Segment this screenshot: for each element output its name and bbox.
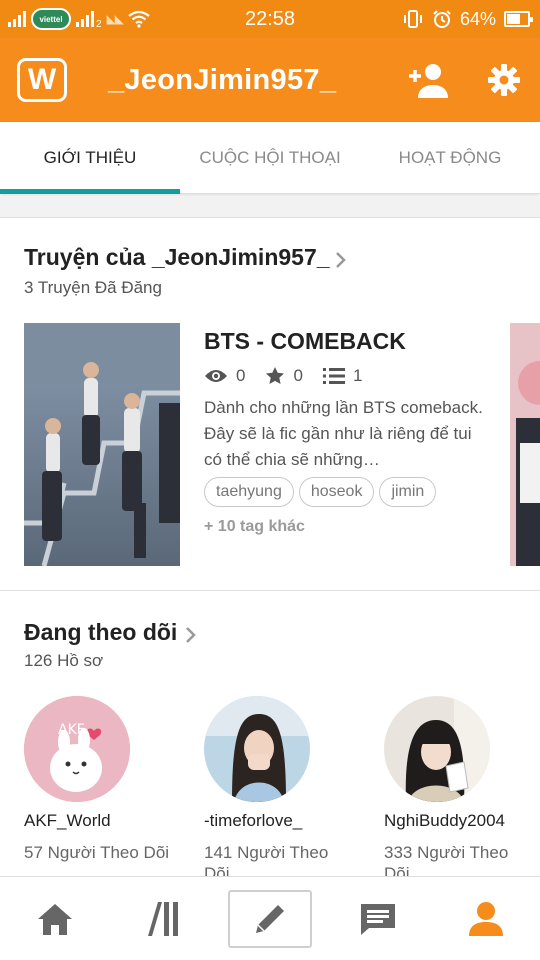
stories-section-title[interactable]: Truyện của _JeonJimin957_ (24, 244, 330, 271)
app-bar: W _JeonJimin957_ (0, 38, 540, 122)
follower-count: 57 Người Theo Dõi (24, 843, 170, 862)
library-icon (148, 902, 178, 936)
profile-icon (469, 902, 503, 936)
nav-home[interactable] (10, 877, 100, 960)
story-description: Dành cho những lần BTS comeback. Đây sẽ … (204, 398, 483, 469)
profile-name[interactable]: NghiBuddy2004 (384, 811, 505, 831)
avatar[interactable] (204, 696, 310, 802)
nav-write[interactable] (228, 890, 312, 948)
tag-chip[interactable]: jimin (379, 477, 437, 507)
bottom-nav (0, 876, 540, 960)
chevron-right-icon[interactable] (334, 250, 348, 270)
tag-chip[interactable]: hoseok (298, 477, 375, 507)
next-story-cover-image[interactable] (510, 323, 540, 566)
story-stats: 0 0 1 (204, 364, 382, 388)
gear-icon[interactable] (486, 62, 522, 98)
read-count: 0 (236, 366, 246, 385)
alarm-icon (433, 10, 451, 28)
part-count: 1 (352, 366, 363, 385)
nav-messages[interactable] (333, 877, 423, 960)
tab-about[interactable]: GIỚI THIỆU (0, 122, 180, 194)
following-section-title[interactable]: Đang theo dõi (24, 619, 177, 646)
tag-chip[interactable]: taehyung (204, 477, 294, 507)
section-divider (0, 590, 540, 591)
story-cover-image[interactable] (24, 323, 180, 566)
stories-count: 3 Truyện Đã Đăng (24, 278, 162, 297)
following-count: 126 Hồ sơ (24, 651, 104, 670)
story-tags: taehyung hoseok jimin (204, 477, 437, 507)
write-icon (256, 905, 284, 933)
story-title[interactable]: BTS - COMEBACK (204, 328, 406, 355)
vote-count: 0 (293, 366, 303, 385)
status-right: 64% (402, 0, 533, 38)
logo-icon[interactable]: W (17, 58, 67, 102)
page-title: _JeonJimin957_ (108, 64, 337, 96)
follower-count: 333 Người Theo Dõi (384, 843, 509, 878)
battery-level (507, 14, 520, 24)
list-icon (322, 368, 345, 384)
active-tab-indicator (0, 189, 180, 194)
star-icon (266, 367, 285, 384)
more-tags-link[interactable]: + 10 tag khác (204, 518, 305, 536)
tab-activity[interactable]: HOẠT ĐỘNG (360, 122, 540, 194)
battery-icon (504, 11, 533, 27)
messages-icon (361, 904, 395, 935)
add-user-icon[interactable] (406, 60, 450, 100)
follower-count: 141 Người Theo Dõi (204, 843, 329, 878)
chevron-right-icon[interactable] (184, 625, 198, 645)
section-spacer (0, 196, 540, 218)
avatar[interactable] (384, 696, 490, 802)
battery-percent: 64% (459, 8, 496, 29)
profile-tabs: GIỚI THIỆU CUỘC HỘI THOẠI HOẠT ĐỘNG (0, 122, 540, 194)
vibrate-icon (403, 10, 422, 28)
nav-library[interactable] (118, 877, 208, 960)
avatar[interactable]: AKF (24, 696, 130, 802)
tab-conversations[interactable]: CUỘC HỘI THOẠI (180, 122, 360, 194)
nav-profile[interactable] (441, 877, 531, 960)
eye-icon (205, 370, 227, 382)
status-bar: viettel 2 ◣◣ 22:58 64% (0, 0, 540, 38)
profile-name[interactable]: AKF_World (24, 811, 111, 831)
profile-name[interactable]: -timeforlove_ (204, 811, 302, 831)
home-icon (38, 904, 72, 935)
